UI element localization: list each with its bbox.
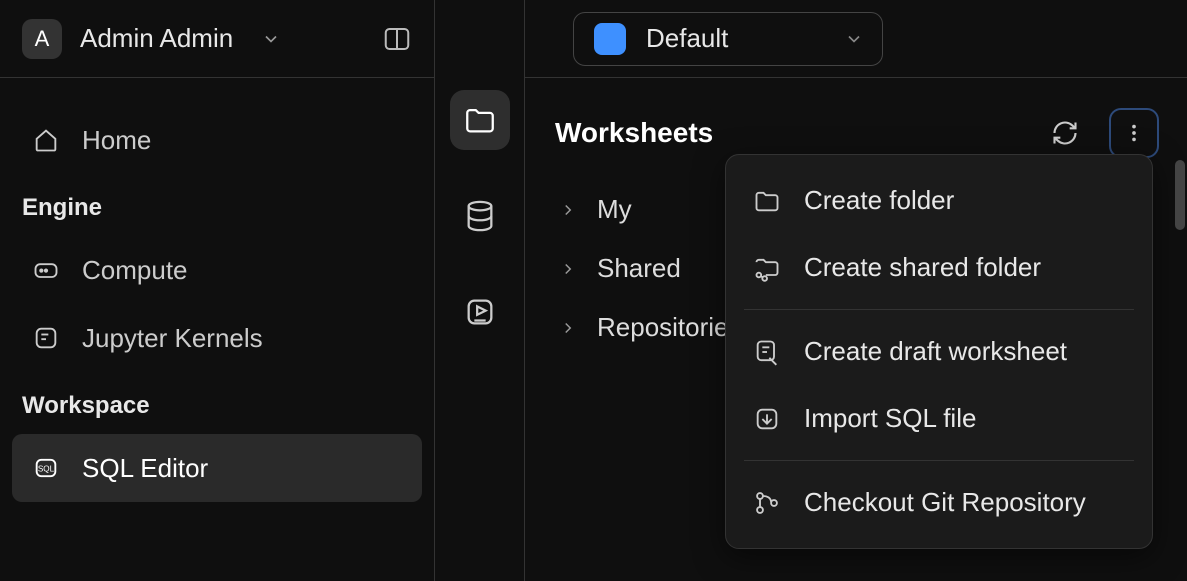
home-icon [30, 124, 62, 156]
menu-label: Checkout Git Repository [804, 487, 1086, 518]
nav-compute[interactable]: Compute [12, 236, 422, 304]
svg-text:SQL: SQL [38, 465, 55, 474]
sidebar-header: A Admin Admin [0, 0, 434, 78]
menu-create-draft[interactable]: Create draft worksheet [726, 318, 1152, 385]
rail-history[interactable] [450, 282, 510, 342]
tree-item-label: My [597, 194, 632, 225]
menu-create-folder[interactable]: Create folder [726, 167, 1152, 234]
menu-checkout-git[interactable]: Checkout Git Repository [726, 469, 1152, 536]
chevron-right-icon [559, 319, 577, 337]
chevron-down-icon [844, 29, 864, 49]
create-menu: Create folder Create shared folder Creat… [725, 154, 1153, 549]
scrollbar-thumb[interactable] [1175, 160, 1185, 230]
folder-icon [463, 103, 497, 137]
draft-icon [752, 337, 782, 367]
username-label: Admin Admin [80, 23, 233, 54]
tree-item-label: Shared [597, 253, 681, 284]
nav-jupyter-label: Jupyter Kernels [82, 323, 263, 354]
nav-sql-editor-label: SQL Editor [82, 453, 208, 484]
import-icon [752, 404, 782, 434]
menu-import-sql[interactable]: Import SQL file [726, 385, 1152, 452]
more-vertical-icon [1123, 122, 1145, 144]
context-color-swatch [594, 23, 626, 55]
database-icon [463, 199, 497, 233]
menu-label: Create draft worksheet [804, 336, 1067, 367]
shared-folder-icon [752, 253, 782, 283]
sidebar-body: Home Engine Compute Jupyter Kernels Work… [0, 78, 434, 530]
history-icon [463, 295, 497, 329]
chevron-right-icon [559, 260, 577, 278]
menu-label: Import SQL file [804, 403, 976, 434]
refresh-button[interactable] [1043, 111, 1087, 155]
menu-divider [744, 309, 1134, 310]
git-icon [752, 488, 782, 518]
left-sidebar: A Admin Admin Home Engine Compute [0, 0, 435, 581]
menu-label: Create shared folder [804, 252, 1041, 283]
sql-icon: SQL [30, 452, 62, 484]
folder-icon [752, 186, 782, 216]
avatar: A [22, 19, 62, 59]
menu-create-shared-folder[interactable]: Create shared folder [726, 234, 1152, 301]
section-engine-label: Engine [12, 174, 422, 236]
icon-rail [435, 0, 525, 581]
compute-icon [30, 254, 62, 286]
rail-database[interactable] [450, 186, 510, 246]
worksheets-title: Worksheets [555, 117, 713, 149]
nav-home-label: Home [82, 125, 151, 156]
main-toolbar: Default [525, 0, 1187, 78]
tree-item-label: Repositories [597, 312, 742, 343]
more-button[interactable] [1109, 108, 1159, 158]
nav-sql-editor[interactable]: SQL SQL Editor [12, 434, 422, 502]
user-menu[interactable]: A Admin Admin [22, 19, 281, 59]
chevron-right-icon [559, 201, 577, 219]
worksheets-actions [1043, 108, 1159, 158]
menu-label: Create folder [804, 185, 954, 216]
nav-jupyter[interactable]: Jupyter Kernels [12, 304, 422, 372]
refresh-icon [1051, 119, 1079, 147]
panel-toggle-icon[interactable] [382, 24, 412, 54]
jupyter-icon [30, 322, 62, 354]
nav-compute-label: Compute [82, 255, 188, 286]
menu-divider [744, 460, 1134, 461]
context-picker[interactable]: Default [573, 12, 883, 66]
nav-home[interactable]: Home [12, 106, 422, 174]
main-panel: Default Worksheets My [525, 0, 1187, 581]
chevron-down-icon [261, 29, 281, 49]
context-picker-label: Default [646, 23, 728, 54]
section-workspace-label: Workspace [12, 372, 422, 434]
rail-folder[interactable] [450, 90, 510, 150]
